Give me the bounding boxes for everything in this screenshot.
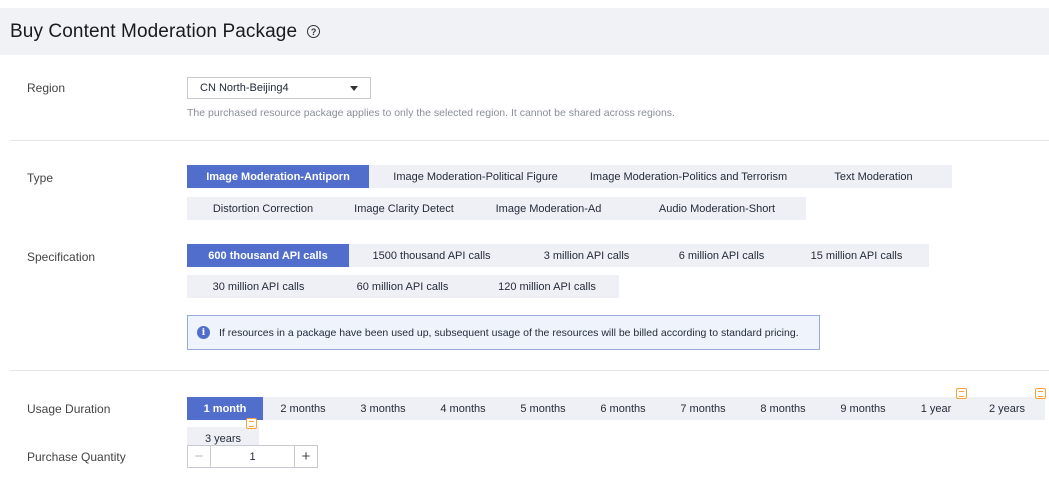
duration-option-6-months[interactable]: 6 months [583,397,663,420]
chevron-down-icon [350,86,358,91]
type-label: Type [27,171,54,185]
type-option-image-clarity[interactable]: Image Clarity Detect [339,197,469,220]
spec-options-row-1: 600 thousand API calls 1500 thousand API… [187,244,929,267]
duration-option-2-years[interactable]: 2 years [969,388,1046,420]
duration-option-3-months[interactable]: 3 months [343,397,423,420]
duration-option-5-months[interactable]: 5 months [503,397,583,420]
region-select[interactable]: CN North-Beijing4 [187,77,371,99]
quantity-input[interactable]: 1 [211,451,294,463]
region-select-value: CN North-Beijing4 [200,82,289,94]
page: Buy Content Moderation Package ? Region … [0,0,1049,495]
spec-option-1500k[interactable]: 1500 thousand API calls [349,244,514,267]
usage-duration-label: Usage Duration [27,402,111,416]
spec-option-60m[interactable]: 60 million API calls [330,275,475,298]
duration-option-1-year[interactable]: 1 year [903,388,969,420]
decrement-button[interactable]: − [188,446,211,467]
spec-option-600k[interactable]: 600 thousand API calls [187,244,349,267]
duration-option-4-months[interactable]: 4 months [423,397,503,420]
divider [10,370,1049,371]
question-circle-icon[interactable]: ? [307,25,321,38]
type-option-politics-terrorism[interactable]: Image Moderation-Politics and Terrorism [582,165,795,188]
increment-button[interactable]: + [294,446,317,467]
specification-label: Specification [27,250,96,264]
page-title: Buy Content Moderation Package [10,20,298,42]
type-options-row-2: Distortion Correction Image Clarity Dete… [187,197,806,220]
duration-option-1-month[interactable]: 1 month [187,397,263,420]
spec-option-15m[interactable]: 15 million API calls [784,244,929,267]
duration-option-1-year-label: 1 year [920,402,952,415]
discount-tag-icon [246,418,257,429]
type-option-political-figure[interactable]: Image Moderation-Political Figure [369,165,582,188]
duration-option-9-months[interactable]: 9 months [823,397,903,420]
duration-option-8-months[interactable]: 8 months [743,397,823,420]
page-header: Buy Content Moderation Package ? [0,8,1049,55]
duration-option-2-years-label: 2 years [988,402,1026,415]
type-option-audio-short[interactable]: Audio Moderation-Short [628,197,806,220]
billing-notice: i If resources in a package have been us… [187,315,820,350]
spec-option-120m[interactable]: 120 million API calls [475,275,619,298]
quantity-stepper: − 1 + [187,445,318,468]
type-options-row-1: Image Moderation-Antiporn Image Moderati… [187,165,952,188]
type-option-distortion-correction[interactable]: Distortion Correction [187,197,339,220]
duration-option-2-months[interactable]: 2 months [263,397,343,420]
spec-option-3m[interactable]: 3 million API calls [514,244,659,267]
type-option-text-moderation[interactable]: Text Moderation [795,165,952,188]
spec-option-6m[interactable]: 6 million API calls [659,244,784,267]
discount-tag-icon [956,388,967,399]
divider [10,140,1049,141]
purchase-quantity-label: Purchase Quantity [27,450,126,464]
region-label: Region [27,81,66,95]
region-section [10,66,1049,139]
duration-option-7-months[interactable]: 7 months [663,397,743,420]
duration-option-3-years-label: 3 years [204,432,242,445]
duration-options-row-1: 1 month 2 months 3 months 4 months 5 mon… [187,388,1046,420]
type-option-antiporn[interactable]: Image Moderation-Antiporn [187,165,369,188]
billing-notice-text: If resources in a package have been used… [219,326,799,339]
region-hint: The purchased resource package applies t… [187,107,675,119]
info-icon: i [197,326,210,339]
discount-tag-icon [1035,388,1046,399]
type-option-ad[interactable]: Image Moderation-Ad [469,197,628,220]
spec-options-row-2: 30 million API calls 60 million API call… [187,275,619,298]
spec-option-30m[interactable]: 30 million API calls [187,275,330,298]
